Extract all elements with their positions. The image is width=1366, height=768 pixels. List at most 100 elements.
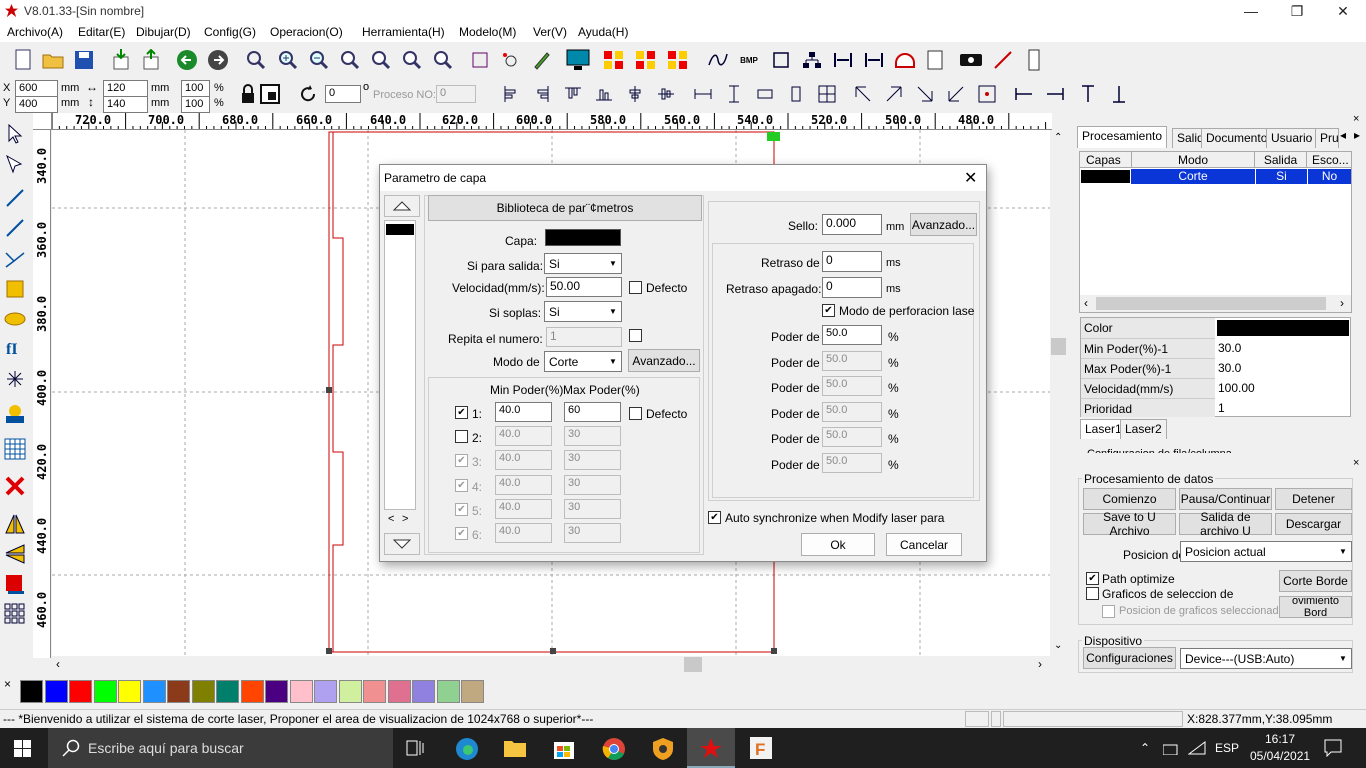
- layer-row[interactable]: Corte Si No: [1080, 169, 1351, 184]
- no-color-icon[interactable]: ×: [4, 677, 11, 691]
- menu-modelo[interactable]: Modelo(M): [459, 25, 516, 39]
- curve-draw-icon[interactable]: [3, 247, 27, 271]
- wifi-icon[interactable]: [1187, 740, 1206, 759]
- align-hcenter-icon[interactable]: [623, 82, 647, 106]
- stop-button[interactable]: Detener: [1275, 488, 1352, 510]
- scroll-right-icon[interactable]: ›: [1038, 657, 1042, 671]
- tray-expand-icon[interactable]: ⌃: [1140, 741, 1150, 755]
- move-topleft-icon[interactable]: [851, 82, 875, 106]
- palette-swatch[interactable]: [167, 680, 190, 703]
- zoom-pan-icon[interactable]: [244, 48, 268, 72]
- pen-icon[interactable]: [530, 48, 554, 72]
- list-down-button[interactable]: [384, 533, 420, 555]
- network-icon[interactable]: [1162, 741, 1181, 758]
- align-vcenter-icon[interactable]: [654, 82, 678, 106]
- curve-icon[interactable]: [706, 48, 730, 72]
- clock-date[interactable]: 05/04/2021: [1250, 749, 1310, 763]
- multi-array-icon[interactable]: [3, 602, 27, 626]
- close-panel-icon[interactable]: ×: [1353, 113, 1359, 125]
- move-bottomleft-icon[interactable]: [944, 82, 968, 106]
- distribute-h-icon[interactable]: [831, 48, 855, 72]
- edge-bottom-icon[interactable]: [1107, 82, 1131, 106]
- power-default-checkbox[interactable]: [629, 407, 642, 420]
- perforation-checkbox[interactable]: ✔: [822, 304, 835, 317]
- mirror-v-icon[interactable]: [3, 542, 27, 566]
- align-left-icon[interactable]: [499, 82, 523, 106]
- speed-input[interactable]: 50.00: [546, 277, 622, 297]
- min-power-input[interactable]: 40.0: [495, 450, 552, 471]
- maximize-button[interactable]: ❐: [1274, 0, 1320, 22]
- repeat-input[interactable]: 1: [546, 327, 622, 347]
- same-height-icon[interactable]: [722, 82, 746, 106]
- speed-default-checkbox[interactable]: [629, 281, 642, 294]
- monitor-icon[interactable]: [566, 48, 590, 72]
- machine-icon[interactable]: [893, 48, 917, 72]
- tab-right-icon[interactable]: ▸: [1354, 128, 1360, 142]
- power-enable-checkbox[interactable]: ✔: [455, 527, 468, 540]
- scroll-up-icon[interactable]: ⌃: [1054, 132, 1062, 143]
- max-power-input[interactable]: 30: [564, 474, 621, 495]
- list-right-icon[interactable]: >: [402, 513, 408, 525]
- delete-icon[interactable]: [3, 474, 27, 498]
- new-file-icon[interactable]: [11, 48, 35, 72]
- output-u-button[interactable]: Salida de archivo U: [1179, 510, 1272, 538]
- save-icon[interactable]: [72, 48, 96, 72]
- width-percent-input[interactable]: 100: [181, 80, 210, 97]
- same-size-v-icon[interactable]: [784, 82, 808, 106]
- grid-scroll-thumb[interactable]: [1096, 297, 1326, 310]
- power-enable-checkbox[interactable]: ✔: [455, 478, 468, 492]
- lock-icon[interactable]: [236, 82, 260, 106]
- measure-icon[interactable]: [1022, 48, 1046, 72]
- prop-priority-value[interactable]: 1: [1218, 401, 1225, 415]
- max-power-input[interactable]: 30: [564, 498, 621, 519]
- download-button[interactable]: Descargar: [1275, 513, 1352, 535]
- palette-swatch[interactable]: [216, 680, 239, 703]
- tab-pru[interactable]: Pru: [1315, 128, 1339, 148]
- power-enable-checkbox[interactable]: ✔: [455, 406, 468, 419]
- windows-start-icon[interactable]: [14, 740, 31, 760]
- zoom-data-icon[interactable]: [400, 48, 424, 72]
- power-input[interactable]: 50.0: [822, 376, 882, 397]
- ellipse-draw-icon[interactable]: [3, 307, 27, 331]
- min-power-input[interactable]: 40.0: [495, 426, 552, 447]
- same-width-icon[interactable]: [691, 82, 715, 106]
- palette-swatch[interactable]: [461, 680, 484, 703]
- repeat-checkbox[interactable]: [629, 329, 642, 342]
- configurations-button[interactable]: Configuraciones: [1083, 647, 1176, 669]
- array-draw-icon[interactable]: [3, 437, 27, 461]
- tab-procesamiento[interactable]: Procesamiento: [1077, 126, 1168, 148]
- palette-swatch[interactable]: [387, 680, 411, 703]
- move-center-icon[interactable]: [975, 82, 999, 106]
- y-position-input[interactable]: 400: [15, 96, 58, 113]
- f-app-icon[interactable]: F: [749, 736, 773, 763]
- taskbar-search-box[interactable]: Escribe aquí para buscar: [48, 728, 393, 768]
- parameter-library-button[interactable]: Biblioteca de par¨¢metros: [428, 195, 702, 221]
- layer-grid-hscroll[interactable]: ‹ ›: [1080, 295, 1351, 312]
- position-select[interactable]: Posicion actual ▼: [1180, 541, 1352, 562]
- select-box-icon[interactable]: [468, 48, 492, 72]
- palette-swatch[interactable]: [436, 680, 460, 703]
- tab-left-icon[interactable]: ◂: [1340, 128, 1346, 142]
- tab-documento[interactable]: Documento: [1201, 128, 1273, 148]
- palette-swatch[interactable]: [191, 680, 215, 703]
- palette-swatch[interactable]: [44, 680, 68, 703]
- notifications-icon[interactable]: [1324, 739, 1342, 760]
- layer-grid[interactable]: Capas Modo Salida Esco... Corte Si No ‹ …: [1079, 151, 1352, 313]
- palette-swatch[interactable]: [118, 680, 141, 703]
- move-border-button[interactable]: ovimiento Bord: [1279, 596, 1352, 618]
- menu-dibujar[interactable]: Dibujar(D): [136, 25, 191, 39]
- menu-config[interactable]: Config(G): [204, 25, 256, 39]
- selected-position-checkbox[interactable]: [1102, 605, 1115, 618]
- height-input[interactable]: 140: [103, 96, 148, 113]
- palette-swatch[interactable]: [314, 680, 337, 703]
- polyline-icon[interactable]: [3, 216, 27, 240]
- minimize-button[interactable]: —: [1228, 0, 1274, 22]
- power-input[interactable]: 50.0: [822, 350, 882, 371]
- close-window-button[interactable]: ✕: [1320, 0, 1366, 22]
- language-indicator[interactable]: ESP: [1215, 741, 1239, 755]
- prop-color-value[interactable]: [1217, 320, 1349, 336]
- zoom-select-icon[interactable]: [338, 48, 362, 72]
- zoom-out-icon[interactable]: [307, 48, 331, 72]
- image-draw-icon[interactable]: [3, 402, 27, 426]
- layer-salida-cell[interactable]: Si: [1256, 169, 1307, 184]
